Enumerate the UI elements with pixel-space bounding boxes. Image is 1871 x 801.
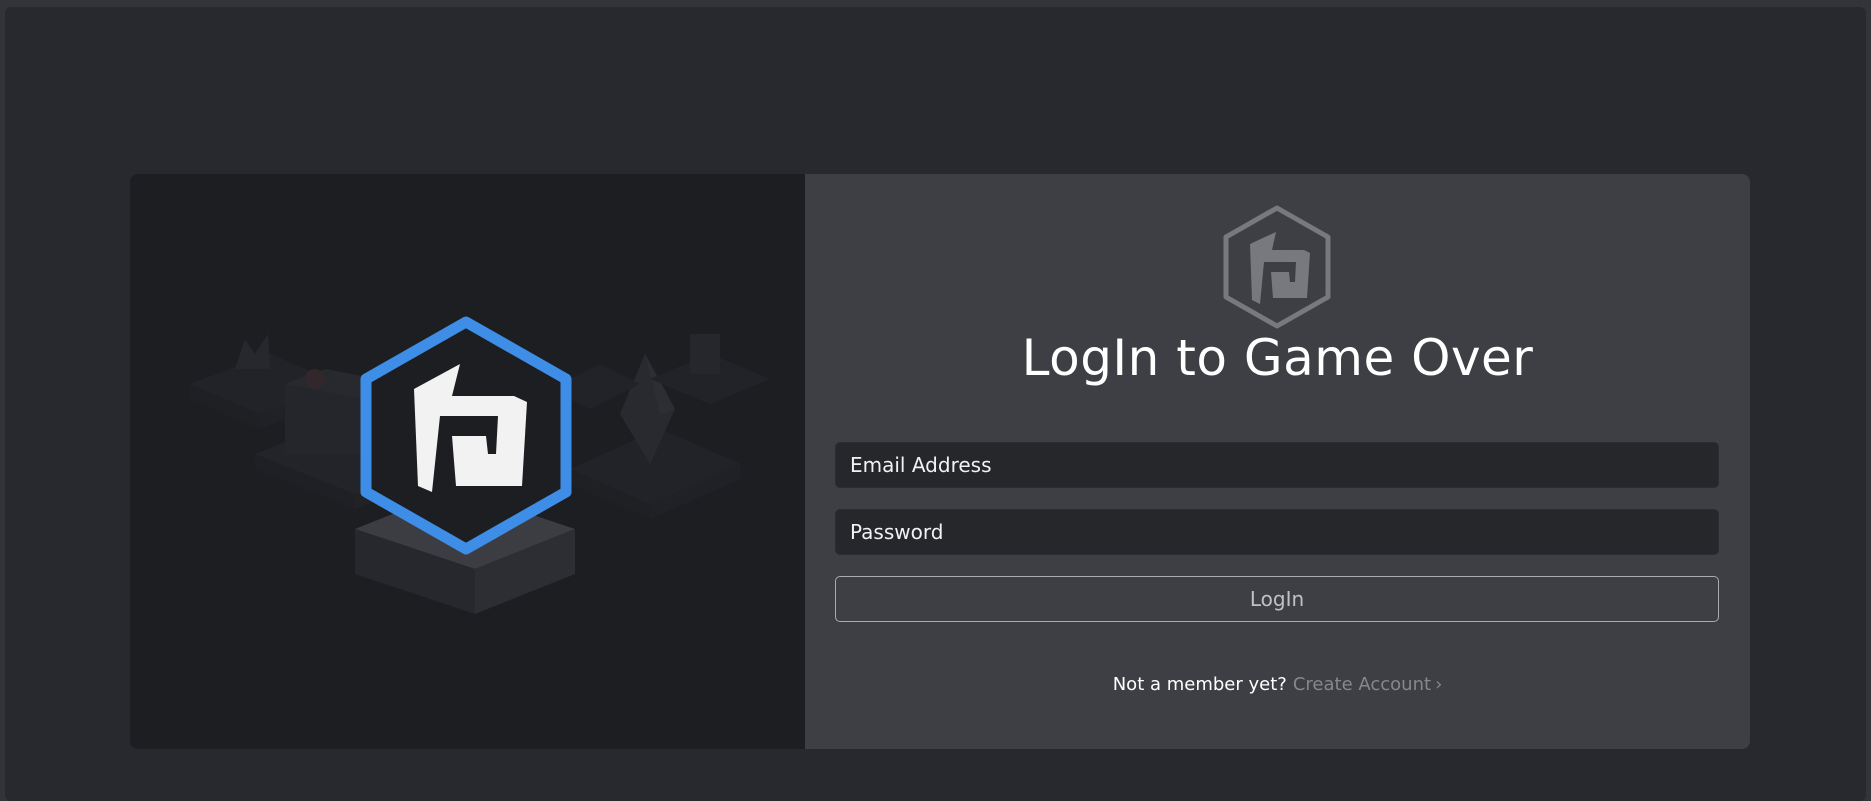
password-input[interactable] [836, 510, 1718, 554]
signup-prompt: Not a member yet? Create Account › [805, 674, 1750, 695]
login-panel: LogIn to Game Over LogIn Not a member ye… [805, 174, 1750, 749]
chevron-right-icon[interactable]: › [1435, 674, 1442, 695]
brand-logo-icon [1223, 205, 1331, 329]
email-input[interactable] [836, 443, 1718, 487]
email-field-wrapper [835, 442, 1719, 488]
signup-question: Not a member yet? [1112, 674, 1287, 695]
create-account-link[interactable]: Create Account [1293, 674, 1431, 695]
hero-logo-icon [360, 316, 572, 555]
app-frame: LogIn to Game Over LogIn Not a member ye… [5, 7, 1866, 801]
login-card: LogIn to Game Over LogIn Not a member ye… [130, 174, 1750, 749]
password-field-wrapper [835, 509, 1719, 555]
hero-panel [130, 174, 805, 749]
login-button[interactable]: LogIn [835, 576, 1719, 622]
hero-illustration [190, 316, 770, 614]
page-title: LogIn to Game Over [1021, 329, 1534, 387]
